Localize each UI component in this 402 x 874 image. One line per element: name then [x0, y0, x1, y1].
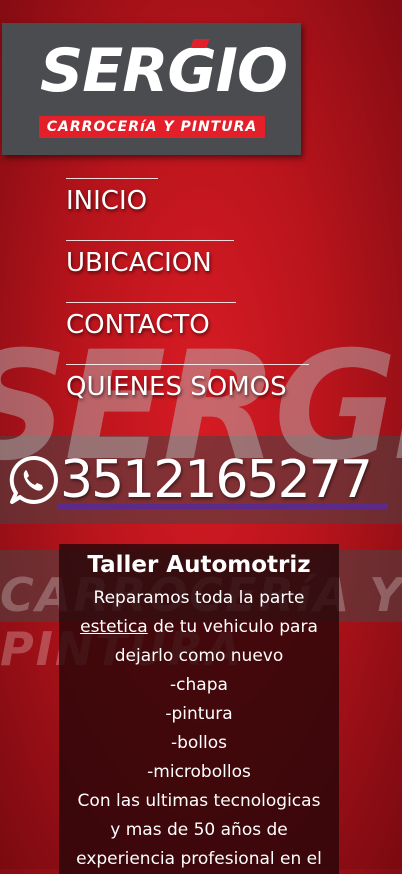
logo-brand-name: SERGIO	[40, 36, 288, 106]
info-line-2: estetica de tu vehiculo para	[59, 613, 339, 642]
service-item: -chapa	[170, 675, 228, 695]
logo-tagline: CARROCERíA Y PINTURA	[39, 116, 265, 138]
info-line-3: dejarlo como nuevo	[114, 646, 284, 666]
service-item: -microbollos	[147, 762, 251, 782]
phone-underline	[58, 504, 388, 509]
nav-item-ubicacion[interactable]: UBICACION	[66, 240, 234, 278]
logo-accent-mark	[190, 39, 210, 48]
info-closing-3: experiencia profesional en el	[76, 849, 322, 869]
brand-logo[interactable]: SERGIO CARROCERíA Y PINTURA	[2, 23, 301, 155]
service-item: -bollos	[170, 733, 228, 753]
info-line-2-rest: de tu vehiculo para	[147, 617, 318, 637]
nav-item-contacto[interactable]: CONTACTO	[66, 302, 236, 340]
nav-item-quienes-somos[interactable]: QUIENES SOMOS	[66, 364, 309, 402]
info-underlined-word: estetica	[80, 617, 148, 637]
phone-number[interactable]: 3512165277	[60, 450, 373, 510]
service-item: -pintura	[165, 704, 233, 724]
info-panel: Taller Automotriz Reparamos toda la part…	[59, 544, 339, 874]
info-line-1: Reparamos toda la parte	[93, 588, 305, 608]
whatsapp-icon[interactable]	[8, 454, 60, 506]
whatsapp-contact[interactable]: 3512165277	[8, 450, 373, 510]
info-closing-1: Con las ultimas tecnologicas	[77, 791, 321, 811]
info-closing-2: y mas de 50 años de	[110, 820, 288, 840]
nav-item-inicio[interactable]: INICIO	[66, 178, 158, 216]
info-title: Taller Automotriz	[87, 552, 311, 578]
